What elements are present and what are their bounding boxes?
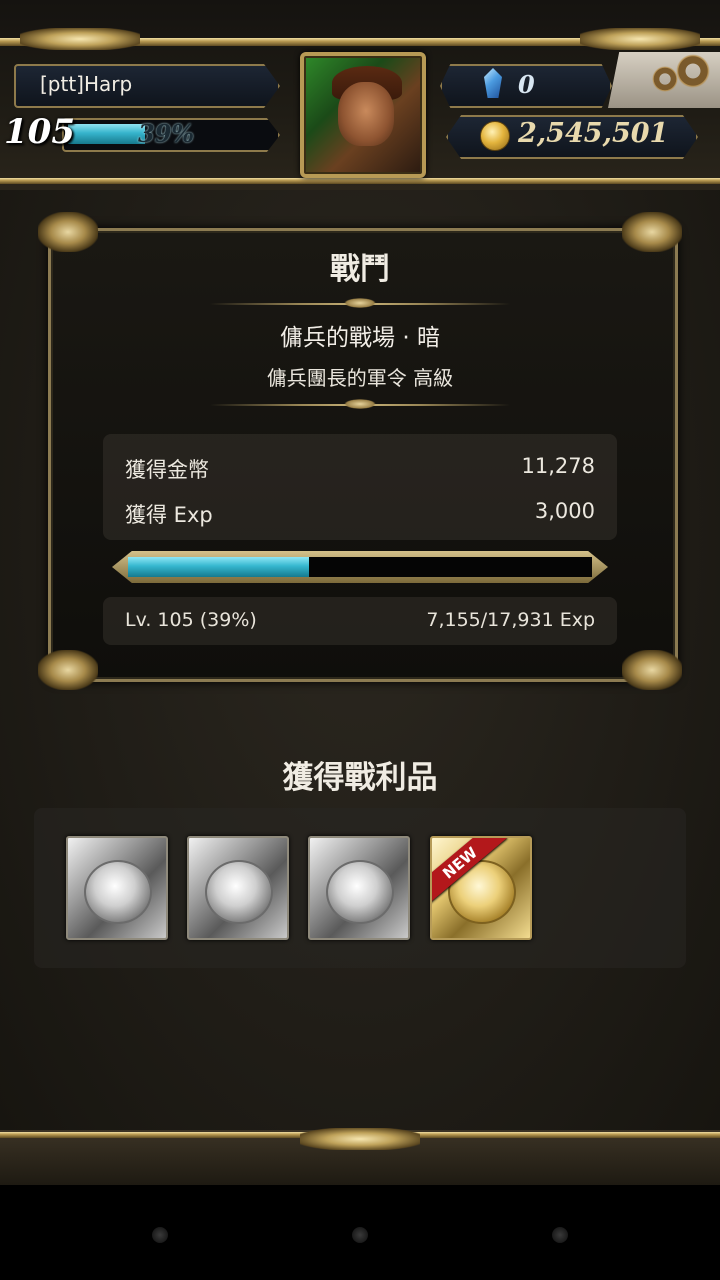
gold-reward-value: 11,278 — [521, 454, 595, 478]
silver-medal-icon — [205, 860, 273, 924]
stage-name: 傭兵的戰場 · 暗 — [280, 325, 440, 351]
level-text: Lv. 105 (39%) — [125, 609, 257, 631]
panel-ornament-bottom-right — [622, 650, 682, 690]
level-exp-bar-fill — [128, 557, 309, 577]
quest-name: 傭兵團長的軍令 高級 — [266, 366, 454, 390]
divider-top-knot — [344, 298, 376, 308]
nav-back-button[interactable] — [152, 1227, 168, 1243]
silver-medal-icon — [326, 860, 394, 924]
loot-item-silver-card[interactable] — [187, 836, 289, 940]
gold-reward-label: 獲得金幣 — [125, 458, 209, 482]
portrait-face — [338, 82, 394, 146]
loot-item-silver-card[interactable] — [308, 836, 410, 940]
gold-coin-icon — [480, 121, 510, 151]
nav-home-button[interactable] — [352, 1227, 368, 1243]
nav-recents-button[interactable] — [552, 1227, 568, 1243]
divider-bottom-knot — [344, 399, 376, 409]
exp-reward-label: 獲得 Exp — [125, 503, 213, 527]
gold-count: 2,545,501 — [518, 118, 669, 149]
settings-gears-icon — [652, 66, 678, 92]
settings-gear-large-icon — [676, 54, 710, 88]
loot-item-gold-card[interactable]: NEW — [430, 836, 532, 940]
panel-ornament-bottom-left — [38, 650, 98, 690]
player-level: 105 — [4, 112, 75, 152]
footer-ornament-center — [300, 1128, 420, 1150]
header-exp-percent: 39% — [138, 119, 195, 148]
gem-count: 0 — [518, 70, 535, 99]
header-exp-bar-fill — [68, 124, 145, 144]
header-ornament-left — [20, 28, 140, 50]
battle-result-screen: [ptt]Harp 39% 105 0 2,545,501 戰鬥 傭兵的戰場 ·… — [0, 0, 720, 1185]
header-bottom-trim — [0, 178, 720, 184]
panel-title: 戰鬥 — [330, 252, 390, 287]
player-name: [ptt]Harp — [40, 72, 133, 96]
loot-item-silver-card[interactable] — [66, 836, 168, 940]
header-ornament-right — [580, 28, 700, 50]
exp-progress-text: 7,155/17,931 Exp — [426, 609, 595, 631]
loot-title: 獲得戰利品 — [282, 760, 438, 796]
exp-reward-value: 3,000 — [534, 499, 595, 523]
silver-medal-icon — [84, 860, 152, 924]
